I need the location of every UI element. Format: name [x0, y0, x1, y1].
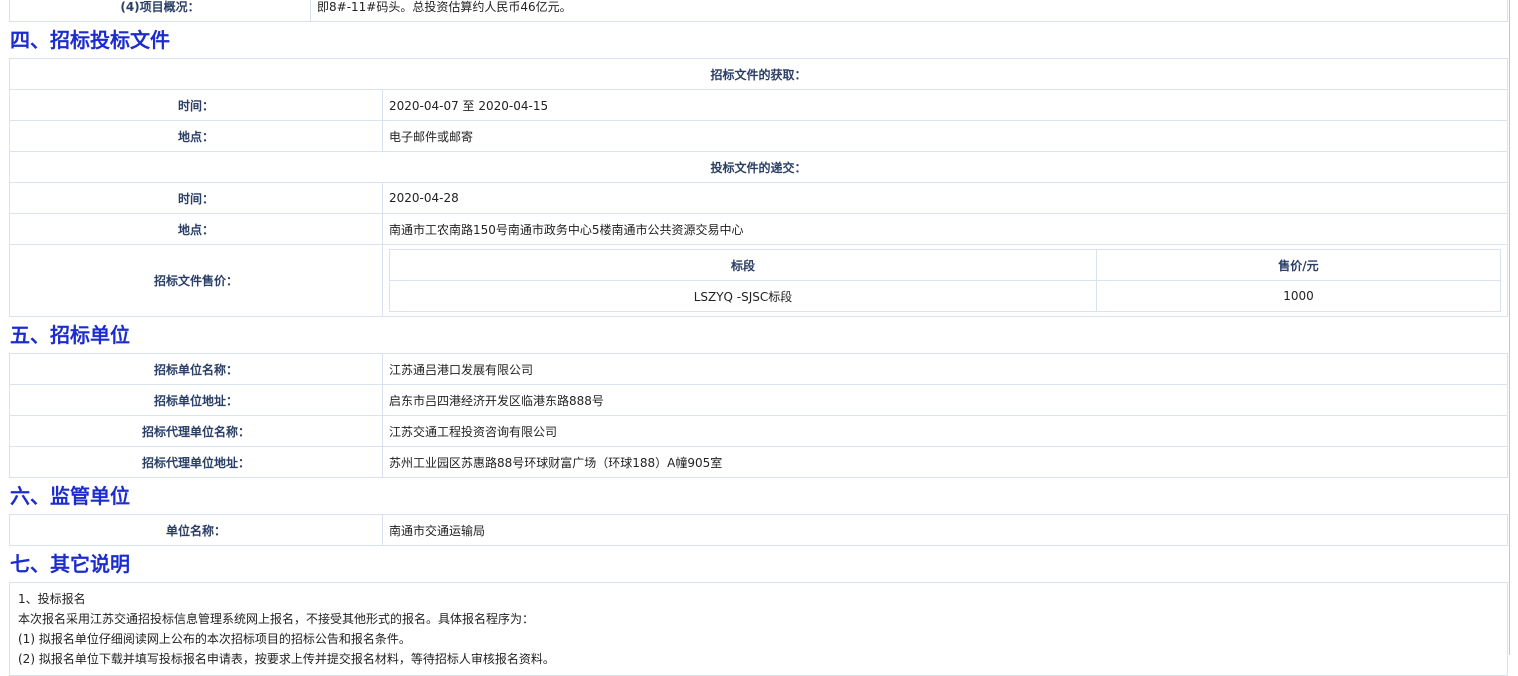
project-overview-value: 即8#-11#码头。总投资估算约人民币46亿元。 [310, 0, 1508, 22]
notes-line: 本次报名采用江苏交通招投标信息管理系统网上报名，不接受其他形式的报名。具体报名程… [18, 612, 535, 626]
obtain-time-label: 时间： [9, 89, 383, 121]
price-cell: 标段 售价/元 LSZYQ -SJSC标段 1000 [382, 244, 1508, 317]
table-row: 时间： 2020-04-07 至 2020-04-15 [9, 89, 1508, 121]
tenderer-address-label: 招标单位地址： [9, 384, 383, 416]
price-label: 招标文件售价： [9, 244, 383, 317]
section-title-bid-documents: 四、招标投标文件 [10, 28, 170, 52]
tenderer-name-value: 江苏通吕港口发展有限公司 [382, 353, 1508, 385]
project-overview-label: (4)项目概况： [9, 0, 311, 22]
announcement-content: (4)项目概况： 即8#-11#码头。总投资估算约人民币46亿元。 四、招标投标… [9, 0, 1508, 676]
table-row: 招标单位地址： 启东市吕四港经济开发区临港东路888号 [9, 384, 1508, 416]
obtain-time-value: 2020-04-07 至 2020-04-15 [382, 89, 1508, 121]
agent-name-value: 江苏交通工程投资咨询有限公司 [382, 415, 1508, 447]
obtain-header: 招标文件的获取： [9, 58, 1508, 90]
supervisor-table: 单位名称： 南通市交通运输局 [9, 514, 1508, 546]
price-table: 标段 售价/元 LSZYQ -SJSC标段 1000 [389, 249, 1501, 312]
other-notes-box: 1、投标报名 本次报名采用江苏交通招投标信息管理系统网上报名，不接受其他形式的报… [9, 582, 1508, 676]
agent-address-value: 苏州工业园区苏惠路88号环球财富广场（环球188）A幢905室 [382, 446, 1508, 478]
table-row: 单位名称： 南通市交通运输局 [9, 514, 1508, 546]
tenderer-address-value: 启东市吕四港经济开发区临港东路888号 [382, 384, 1508, 416]
table-row: 招标代理单位地址： 苏州工业园区苏惠路88号环球财富广场（环球188）A幢905… [9, 446, 1508, 478]
submit-time-label: 时间： [9, 182, 383, 214]
tenderer-table: 招标单位名称： 江苏通吕港口发展有限公司 招标单位地址： 启东市吕四港经济开发区… [9, 353, 1508, 478]
submit-header: 投标文件的递交： [9, 151, 1508, 183]
price-row-price: 1000 [1096, 280, 1501, 312]
table-row: 招标文件售价： 标段 售价/元 LSZYQ -SJSC标段 1000 [9, 244, 1508, 317]
table-row: 投标文件的递交： [9, 151, 1508, 183]
submit-place-value: 南通市工农南路150号南通市政务中心5楼南通市公共资源交易中心 [382, 213, 1508, 245]
section-title-other-notes: 七、其它说明 [10, 552, 130, 576]
notes-line: (1) 拟报名单位仔细阅读网上公布的本次招标项目的招标公告和报名条件。 [18, 632, 411, 646]
obtain-place-value: 电子邮件或邮寄 [382, 120, 1508, 152]
price-table-header-row: 标段 售价/元 [389, 249, 1501, 281]
price-row-section: LSZYQ -SJSC标段 [389, 280, 1097, 312]
table-row: (4)项目概况： 即8#-11#码头。总投资估算约人民币46亿元。 [9, 0, 1508, 22]
table-row: 时间： 2020-04-28 [9, 182, 1508, 214]
submit-time-value: 2020-04-28 [382, 182, 1508, 214]
notes-line: (2) 拟报名单位下载并填写投标报名申请表，按要求上传并提交报名材料，等待招标人… [18, 652, 555, 666]
submit-place-label: 地点： [9, 213, 383, 245]
table-row: 地点： 电子邮件或邮寄 [9, 120, 1508, 152]
table-row: 地点： 南通市工农南路150号南通市政务中心5楼南通市公共资源交易中心 [9, 213, 1508, 245]
price-col-section: 标段 [389, 249, 1097, 281]
table-row: 招标代理单位名称： 江苏交通工程投资咨询有限公司 [9, 415, 1508, 447]
price-col-price: 售价/元 [1096, 249, 1501, 281]
supervisor-name-label: 单位名称： [9, 514, 383, 546]
project-overview-table: (4)项目概况： 即8#-11#码头。总投资估算约人民币46亿元。 [9, 0, 1508, 22]
right-frame-border [1509, 0, 1510, 655]
table-row: 招标单位名称： 江苏通吕港口发展有限公司 [9, 353, 1508, 385]
notes-line: 1、投标报名 [18, 592, 86, 606]
bid-documents-table: 招标文件的获取： 时间： 2020-04-07 至 2020-04-15 地点：… [9, 58, 1508, 317]
table-row: 招标文件的获取： [9, 58, 1508, 90]
tenderer-name-label: 招标单位名称： [9, 353, 383, 385]
agent-address-label: 招标代理单位地址： [9, 446, 383, 478]
section-title-tenderer: 五、招标单位 [10, 323, 130, 347]
supervisor-name-value: 南通市交通运输局 [382, 514, 1508, 546]
price-table-row: LSZYQ -SJSC标段 1000 [389, 280, 1501, 312]
obtain-place-label: 地点： [9, 120, 383, 152]
agent-name-label: 招标代理单位名称： [9, 415, 383, 447]
section-title-supervisor: 六、监管单位 [10, 484, 130, 508]
